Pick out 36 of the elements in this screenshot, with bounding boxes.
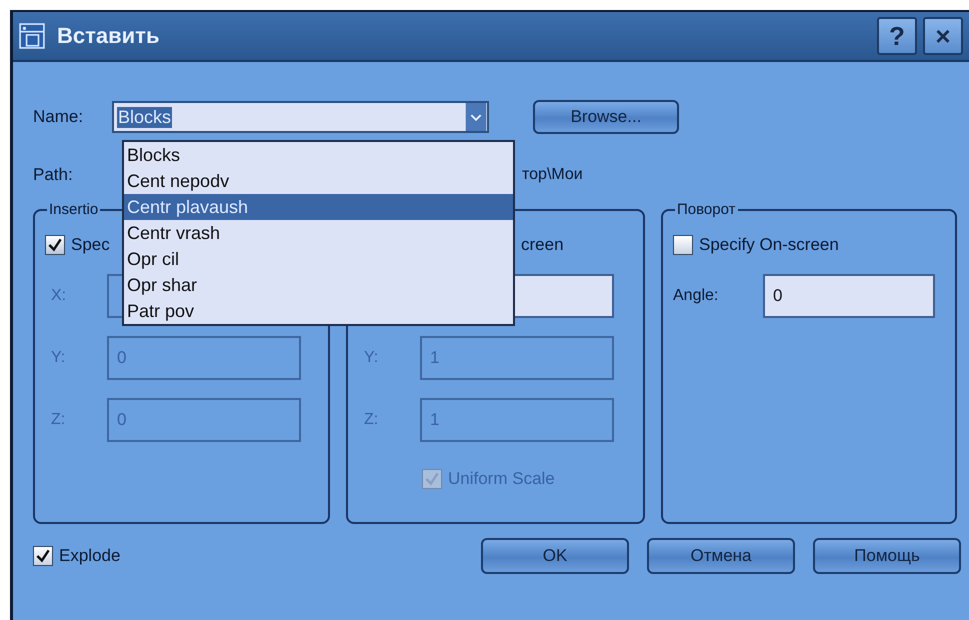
name-value: Blocks xyxy=(117,106,172,128)
dialog-button[interactable]: Помощь xyxy=(813,538,961,574)
group-title: Поворот xyxy=(675,201,738,218)
checkbox-label: creen xyxy=(521,235,564,255)
dropdown-item[interactable]: Opr shar xyxy=(124,272,513,298)
path-value: тор\Мои xyxy=(522,166,583,184)
window-title: Вставить xyxy=(57,23,160,49)
field-label: X: xyxy=(50,287,68,305)
checkbox-label: Explode xyxy=(59,546,120,566)
checkbox-label: Uniform Scale xyxy=(448,469,555,489)
name-combobox[interactable]: Blocks xyxy=(112,101,489,133)
name-label: Name: xyxy=(32,107,84,127)
browse-button[interactable]: Browse... xyxy=(533,100,679,134)
dropdown-item[interactable]: Opr cil xyxy=(124,246,513,272)
path-label: Path: xyxy=(32,165,74,185)
block-insert-icon xyxy=(19,23,45,49)
checkbox-label: Spec xyxy=(71,235,110,255)
dialog-button[interactable]: Отмена xyxy=(647,538,795,574)
field-label: Y: xyxy=(363,349,380,367)
dialog-button[interactable]: OK xyxy=(481,538,629,574)
dropdown-item[interactable]: Centr vrash xyxy=(124,220,513,246)
field-label: Y: xyxy=(50,349,66,367)
checkbox-label: Specify On-screen xyxy=(699,235,839,255)
explode-checkbox[interactable] xyxy=(33,546,53,566)
input-field[interactable]: 0 xyxy=(763,274,935,318)
checkbox[interactable] xyxy=(45,235,65,255)
dropdown-item[interactable]: Cent nepodv xyxy=(124,168,513,194)
close-button[interactable]: × xyxy=(923,17,963,55)
checkbox[interactable] xyxy=(673,235,693,255)
dropdown-item[interactable]: Blocks xyxy=(124,142,513,168)
field-label: Z: xyxy=(363,411,380,429)
field-label: Z: xyxy=(50,411,66,429)
help-button[interactable]: ? xyxy=(877,17,917,55)
field-label: Angle: xyxy=(673,287,720,305)
dropdown-item[interactable]: Centr plavaush xyxy=(124,194,513,220)
dropdown-item[interactable]: Patr pov xyxy=(124,298,513,324)
